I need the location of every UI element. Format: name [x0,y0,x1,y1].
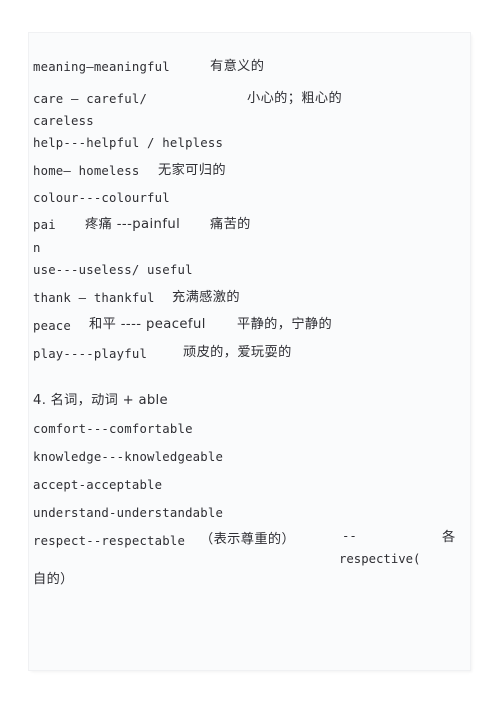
vocab-entry-dash: -- [342,529,357,543]
vocab-entry-chinese: 痛苦的 [210,217,251,232]
vocab-entry-english-tail: respective( [339,552,421,566]
vocab-entry-english: care — careful/ [33,92,148,106]
vocab-entry-middle: 和平 ---- peaceful [89,317,206,332]
vocab-entry-continuation: careless [33,114,94,128]
vocab-entry-middle: 疼痛 ---painful [85,217,181,232]
vocab-entry-english: comfort---comfortable [33,422,193,436]
vocab-entry-chinese: 平静的，宁静的 [237,317,333,332]
vocab-entry-chinese-tail: 各 [442,530,456,545]
vocab-entry-english: help---helpful / helpless [33,136,224,150]
vocab-entry-english: understand-understandable [33,506,224,520]
vocab-entry-english: thank — thankful [33,291,155,305]
vocab-entry-chinese: 小心的；粗心的 [247,91,343,106]
vocab-entry-chinese: （表示尊重的） [200,532,296,547]
vocab-entry-english: use---useless/ useful [33,263,193,277]
vocab-entry-english: knowledge---knowledgeable [33,450,224,464]
document-page: meaning—meaningful 有意义的 care — careful/ … [29,33,470,670]
vocab-entry-english: home— homeless [33,164,140,178]
document-viewer: meaning—meaningful 有意义的 care — careful/ … [0,0,500,707]
vocab-entry-continuation: 自的） [33,572,74,587]
vocab-entry-chinese: 有意义的 [210,59,265,74]
vocab-entry-english: respect--respectable [33,534,186,548]
vocab-entry-english: colour---colourful [33,191,170,205]
vocab-entry-continuation: n [33,241,41,255]
vocab-entry-english: play----playful [33,347,148,361]
vocab-entry-english: pai [33,218,56,232]
section-heading: 4. 名词，动词 + able [33,393,168,408]
vocab-entry-english: peace [33,319,72,333]
vocab-entry-chinese: 充满感激的 [172,290,240,305]
page-text-body: meaning—meaningful 有意义的 care — careful/ … [29,33,470,670]
vocab-entry-chinese: 顽皮的，爱玩耍的 [183,345,292,360]
vocab-entry-english: accept-acceptable [33,478,163,492]
vocab-entry-english: meaning—meaningful [33,60,170,74]
vocab-entry-chinese: 无家可归的 [158,163,226,178]
